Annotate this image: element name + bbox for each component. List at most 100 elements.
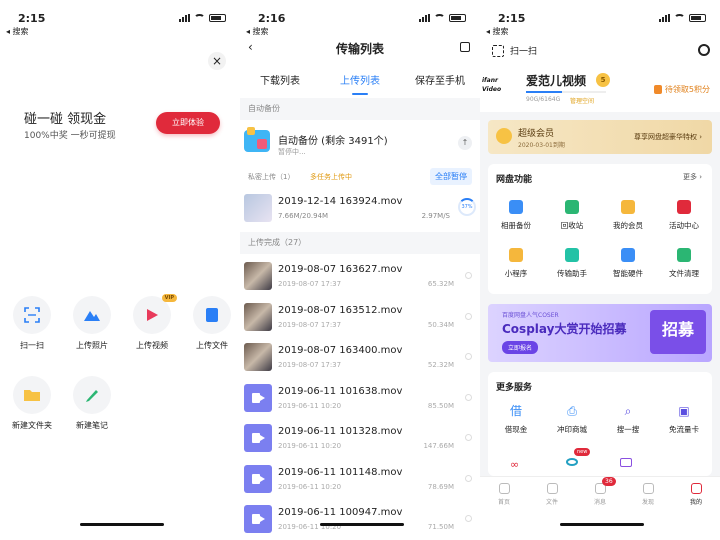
completed-file-row[interactable]: 2019-08-07 163400.mov 2019-08-07 17:37 52.… <box>240 337 480 377</box>
function-icon <box>677 200 691 214</box>
function-item[interactable]: 传输助手 <box>544 248 600 279</box>
status-bar: 2:16 <box>240 0 480 25</box>
back-arrow-icon[interactable]: ‹ <box>248 40 253 54</box>
back-to-search[interactable]: ◂ 搜索 <box>486 26 509 37</box>
back-to-search[interactable]: ◂ 搜索 <box>246 26 269 37</box>
function-icon <box>677 248 691 262</box>
upload-video-action[interactable]: VIP 上传视频 <box>122 294 182 351</box>
video-file-icon <box>244 505 272 533</box>
status-dot <box>465 474 472 482</box>
status-dot <box>465 434 472 441</box>
tab-save-to-phone[interactable]: 保存至手机 <box>400 72 480 87</box>
scan-entry[interactable]: 扫一扫 <box>492 44 537 57</box>
battery-icon <box>689 14 706 22</box>
completed-file-row[interactable]: 2019-06-11 101328.mov 2019-06-11 10:20 147… <box>240 418 480 458</box>
vip-crown-icon <box>496 128 512 144</box>
eye-service-icon[interactable] <box>566 458 578 466</box>
edit-icon[interactable] <box>460 42 470 52</box>
tab-mine-label: 我的 <box>689 499 702 506</box>
file-thumbnail <box>244 194 272 222</box>
file-size: 78.69M <box>427 482 454 491</box>
file-date: 2019-08-07 17:37 <box>278 280 342 288</box>
auto-backup-title[interactable]: 自动备份 (剩余 3491个) <box>278 132 388 147</box>
file-name: 2019-06-11 100947.mov <box>278 507 403 518</box>
scan-action[interactable]: 扫一扫 <box>2 296 62 351</box>
video-file-icon <box>244 383 272 412</box>
wifi-icon <box>434 14 445 22</box>
file-icon <box>206 308 218 322</box>
cosplay-banner[interactable]: 百度网盘人气COSER Cosplay大赏开始招募 立即报名 招募 <box>488 304 712 362</box>
new-note-action[interactable]: 新建笔记 <box>62 376 122 431</box>
banner-signup-button[interactable]: 立即报名 <box>502 341 539 354</box>
avatar-logo[interactable]: ifanr Video <box>482 76 518 98</box>
upload-progress-ring[interactable]: 37% <box>458 198 476 216</box>
card-service-icon[interactable] <box>620 458 632 467</box>
super-vip-card[interactable]: 超级会员 2020-03-01到期 尊享网盘超豪华特权 › <box>488 120 712 154</box>
manage-space-link[interactable]: 管理空间 <box>570 96 594 105</box>
completed-file-row[interactable]: 2019-08-07 163512.mov 2019-08-07 17:37 50.… <box>240 297 480 337</box>
status-icons <box>659 14 706 22</box>
settings-gear-icon[interactable] <box>698 44 710 56</box>
function-item[interactable]: 文件清理 <box>656 248 712 279</box>
tab-messages[interactable]: 消息 36 <box>576 477 624 516</box>
new-folder-action[interactable]: 新建文件夹 <box>2 376 62 431</box>
auto-backup-icon <box>244 127 270 152</box>
vip-privilege-link[interactable]: 尊享网盘超豪华特权 › <box>634 132 702 142</box>
function-item[interactable]: 小程序 <box>488 248 544 279</box>
quota-bar <box>526 91 606 93</box>
service-icon: ⎙ <box>567 404 577 418</box>
completed-file-row[interactable]: 2019-06-11 101148.mov 2019-06-11 10:20 78.… <box>240 459 480 499</box>
completed-file-row[interactable]: 2019-06-11 101638.mov 2019-06-11 10:20 85.… <box>240 378 480 418</box>
upload-arrow-icon[interactable]: ↑ <box>458 136 472 150</box>
status-time: 2:15 <box>18 12 46 25</box>
infinity-service-icon[interactable]: ∞ <box>510 458 519 471</box>
try-now-button[interactable]: 立即体验 <box>156 112 220 134</box>
upload-speed: 2.97M/S <box>421 212 450 220</box>
more-functions-link[interactable]: 更多 › <box>683 172 702 182</box>
close-button[interactable]: × <box>208 52 226 70</box>
pause-all-button[interactable]: 全部暂停 <box>430 168 472 185</box>
promo-title: 碰一碰 领现金 <box>24 112 107 127</box>
function-item[interactable]: 智能硬件 <box>600 248 656 279</box>
function-label: 小程序 <box>504 269 528 278</box>
status-icons <box>179 14 226 22</box>
completed-file-row[interactable]: 2019-06-11 100947.mov 2019-06-11 10:20 71.… <box>240 499 480 539</box>
tab-files[interactable]: 文件 <box>528 477 576 516</box>
folder-icon <box>24 390 40 401</box>
scan-icon <box>24 307 40 323</box>
uploading-row[interactable]: 2019-12-14 163924.mov 7.66M/20.94M 2.97M… <box>240 188 480 228</box>
completed-file-row[interactable]: 2019-08-07 163627.mov 2019-08-07 17:37 65.… <box>240 256 480 296</box>
tab-files-label: 文件 <box>545 499 558 506</box>
tab-upload[interactable]: 上传列表 <box>320 72 400 95</box>
upload-photo-action[interactable]: 上传照片 <box>62 296 122 351</box>
service-item[interactable]: ⌕ 搜一搜 <box>600 404 656 435</box>
function-label: 活动中心 <box>669 221 699 230</box>
tab-discover[interactable]: 发现 <box>624 477 672 516</box>
file-thumbnail <box>244 343 272 371</box>
private-upload-label: 私密上传（1） <box>248 173 295 181</box>
file-size: 147.66M <box>423 442 454 450</box>
home-indicator <box>560 523 644 526</box>
service-item[interactable]: 借借现金 <box>488 404 544 435</box>
function-label: 回收站 <box>560 221 584 230</box>
service-item[interactable]: ▣ 免流量卡 <box>656 404 712 435</box>
function-item[interactable]: 活动中心 <box>656 200 712 231</box>
back-to-search[interactable]: ◂ 搜索 <box>6 26 29 37</box>
service-item[interactable]: ⎙ 冲印商城 <box>544 404 600 435</box>
tab-home[interactable]: 首页 <box>480 477 528 516</box>
function-item[interactable]: 相册备份 <box>488 200 544 231</box>
file-thumbnail <box>244 302 272 331</box>
function-item[interactable]: 回收站 <box>544 200 600 231</box>
tab-download[interactable]: 下载列表 <box>240 72 320 87</box>
function-icon <box>509 200 523 214</box>
file-size: 85.50M <box>427 401 454 410</box>
function-item[interactable]: 我的会员 <box>600 200 656 231</box>
points-link[interactable]: 待领取5积分 <box>653 84 710 95</box>
discover-icon <box>642 483 654 494</box>
multitask-label: 多任务上传中 <box>310 173 352 181</box>
tab-mine[interactable]: 我的 <box>672 477 720 516</box>
nav-bar: ‹ 传输列表 <box>240 40 480 62</box>
message-count-badge: 36 <box>602 477 616 486</box>
function-label: 我的会员 <box>613 221 643 230</box>
upload-file-action[interactable]: 上传文件 <box>182 296 240 351</box>
